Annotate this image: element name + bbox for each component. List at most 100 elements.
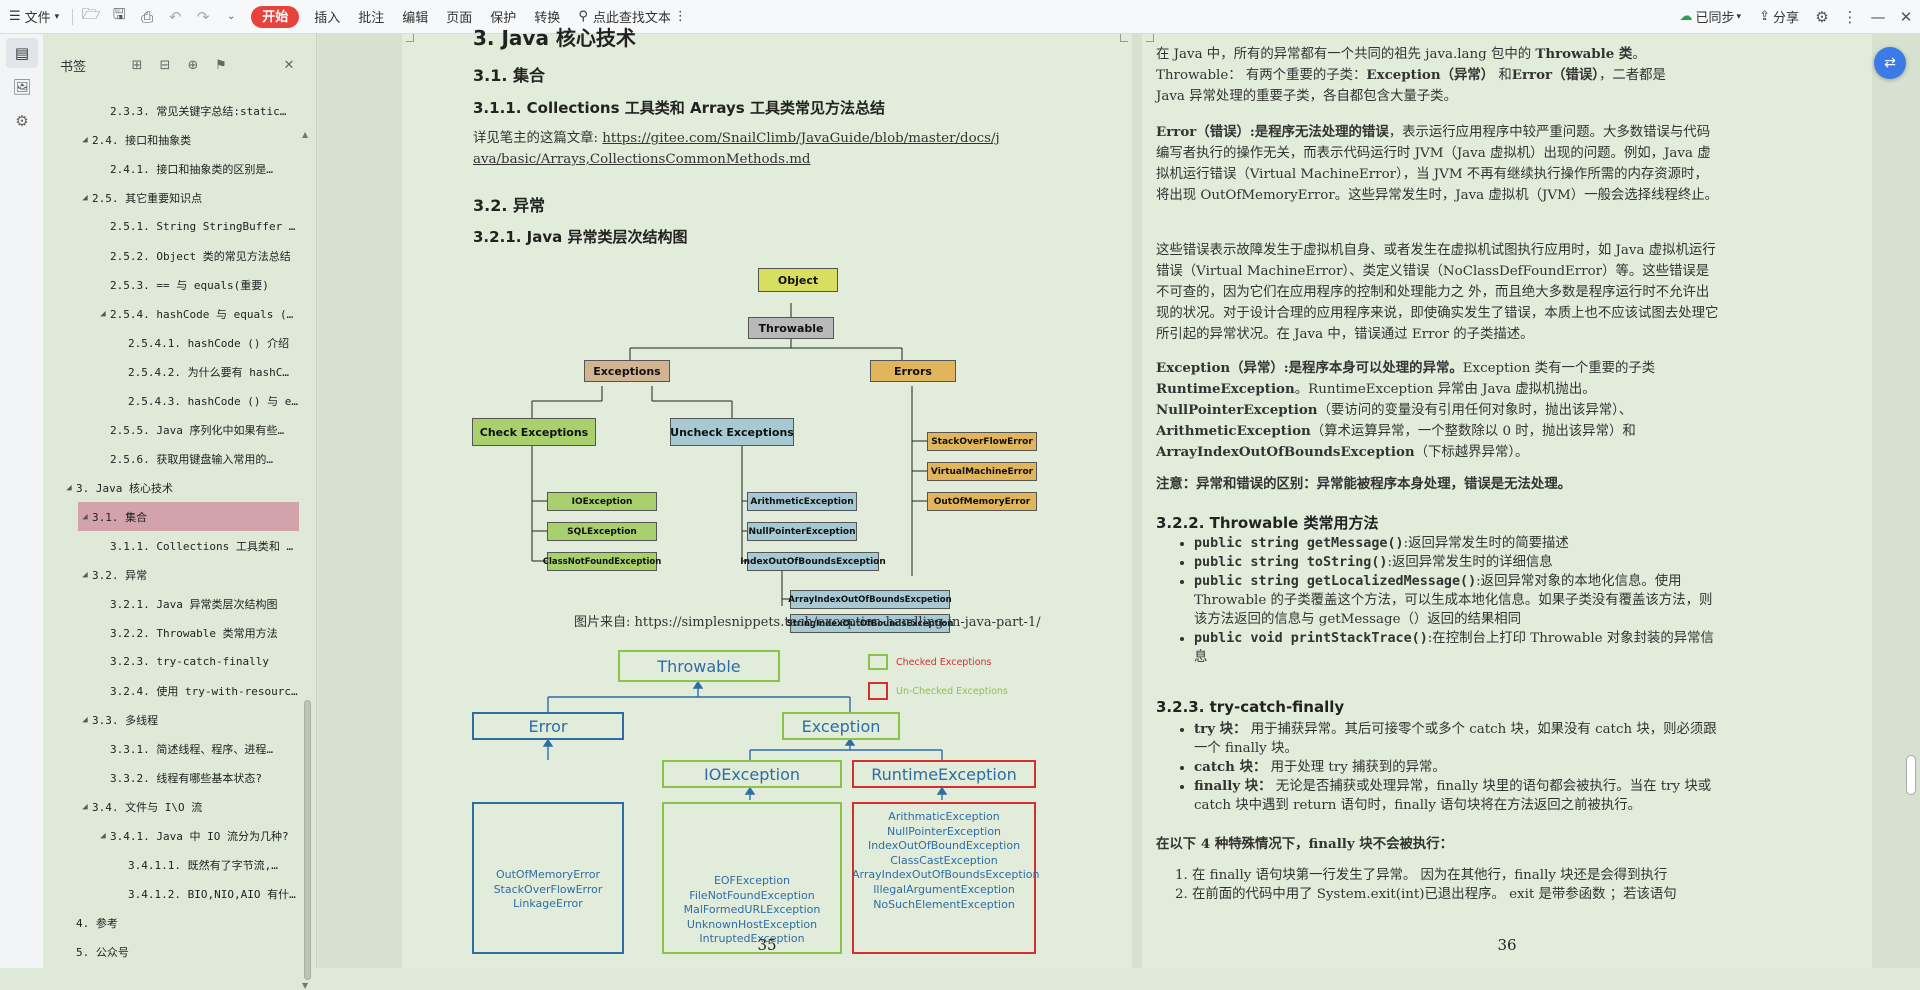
file-menu[interactable]: ☰ 文件 ▾: [0, 0, 68, 34]
text-run: finally 块：: [1194, 778, 1272, 794]
bookmark-scrollbar[interactable]: ▲ ▼: [302, 130, 312, 990]
text-run: Exception 类有一个重要的子类: [1462, 361, 1656, 376]
chevron-down-icon: ▾: [1736, 11, 1742, 22]
share-button[interactable]: ⇪ 分享: [1750, 0, 1808, 34]
more-chevron-icon[interactable]: ⌄: [217, 0, 245, 34]
heading-collections: 3.1. 集合: [473, 66, 545, 85]
sync-status[interactable]: ☁ 已同步 ▾: [1671, 0, 1751, 34]
bookmark-item[interactable]: ◢ 2.5.4. hashCode 与 equals (…: [44, 299, 299, 328]
redo-icon[interactable]: ↷: [189, 0, 217, 34]
thumbnail-icon[interactable]: 🖼: [6, 72, 38, 102]
expand-all-icon[interactable]: ⊞: [126, 58, 148, 73]
close-panel-icon[interactable]: ✕: [278, 58, 300, 73]
bookmark-item[interactable]: 5. 公众号: [44, 937, 299, 966]
bookmark-item[interactable]: ◢ 2.4. 接口和抽象类: [44, 125, 299, 154]
tab-insert[interactable]: 插入: [305, 0, 349, 34]
bookmark-item-label: 3.4.1.1. 既然有了字节流,…: [128, 858, 278, 872]
bookmark-item[interactable]: ◢ 3.4.1. Java 中 IO 流分为几种?: [44, 821, 299, 850]
nullpointer-node: NullPointerException: [747, 522, 857, 541]
scroll-down-icon[interactable]: ▼: [302, 981, 308, 990]
expand-arrow-icon[interactable]: ◢: [78, 802, 92, 812]
note-paragraph: 注意：异常和错误的区别：异常能被程序本身处理，错误是无法处理。: [1156, 474, 1721, 495]
tab-start[interactable]: 开始: [251, 5, 300, 28]
bookmark-item[interactable]: ◢ 3. Java 核心技术: [44, 473, 299, 502]
bookmark-panel-icon[interactable]: ▤: [6, 38, 38, 68]
tools-icon[interactable]: ⚙: [6, 106, 38, 136]
bookmark-item[interactable]: 2.5.2. Object 类的常见方法总结: [44, 241, 299, 270]
expand-arrow-icon[interactable]: ◢: [78, 570, 92, 580]
bookmark-item[interactable]: 2.5.6. 获取用键盘输入常用的…: [44, 444, 299, 473]
bookmark-item[interactable]: 2.5.4.1. hashCode () 介绍: [44, 328, 299, 357]
minimize-icon[interactable]: —: [1864, 0, 1892, 34]
expand-arrow-icon[interactable]: ◢: [78, 715, 92, 725]
bookmark-item[interactable]: 3.2.4. 使用 try-with-resourc…: [44, 676, 299, 705]
scroll-up-icon[interactable]: ▲: [302, 130, 308, 139]
bookmark-item[interactable]: 3.4.1.1. 既然有了字节流,…: [44, 850, 299, 879]
expand-arrow-icon[interactable]: ◢: [78, 512, 92, 522]
bookmark-item[interactable]: 3.4.1.2. BIO,NIO,AIO 有什…: [44, 879, 299, 908]
article-link-cont[interactable]: ava/basic/Arrays,CollectionsCommonMethod…: [473, 152, 811, 167]
bookmark-panel: 书签 ⊞ ⊟ ⊕ ⚑ ✕ 2.3.3. 常见关键字总结:static… ◢ 2.4.…: [44, 34, 317, 990]
expand-arrow-icon[interactable]: ◢: [78, 193, 92, 203]
bookmark-item[interactable]: 2.5.5. Java 序列化中如果有些…: [44, 415, 299, 444]
bookmark-item[interactable]: ◢ 3.2. 异常: [44, 560, 299, 589]
link-prefix: 详见笔主的这篇文章:: [473, 131, 603, 146]
save-icon[interactable]: 🖫: [105, 0, 133, 34]
bookmark-flag-icon[interactable]: ⚑: [210, 58, 232, 73]
bookmark-item[interactable]: ◢ 3.3. 多线程: [44, 705, 299, 734]
bookmark-item-label: 3. Java 核心技术: [76, 481, 173, 495]
bookmark-item[interactable]: 3.2.1. Java 异常类层次结构图: [44, 589, 299, 618]
bookmark-item-label: 2.5.1. String StringBuffer …: [110, 220, 296, 233]
expand-arrow-icon[interactable]: ◢: [62, 483, 76, 493]
bookmark-item[interactable]: 2.5.1. String StringBuffer …: [44, 212, 299, 241]
check-exceptions-node: Check Exceptions: [472, 418, 596, 446]
bookmark-scroll-thumb[interactable]: [304, 700, 311, 980]
tab-edit[interactable]: 编辑: [393, 0, 437, 34]
text-run: Java 异常处理的重要子类，各自都包含大量子类。: [1156, 89, 1457, 104]
bookmark-item[interactable]: 2.5.4.3. hashCode () 与 e…: [44, 386, 299, 415]
list-item: ArithmaticException: [888, 810, 1000, 823]
bookmark-item[interactable]: 3.3.2. 线程有哪些基本状态?: [44, 763, 299, 792]
corner-mark: [1146, 34, 1154, 42]
bookmark-item-label: 2.4. 接口和抽象类: [92, 133, 192, 147]
bookmark-item-label: 2.4.1. 接口和抽象类的区别是…: [110, 162, 273, 176]
bookmark-item[interactable]: ◢ 2.5. 其它重要知识点: [44, 183, 299, 212]
bookmark-item[interactable]: 2.5.3. == 与 equals(重要): [44, 270, 299, 299]
ai-assistant-button[interactable]: ⇄: [1874, 47, 1906, 79]
open-folder-icon[interactable]: 🗁: [77, 0, 105, 34]
bookmark-item[interactable]: 3.1.1. Collections 工具类和 …: [44, 531, 299, 560]
code-run: public string getMessage(): [1194, 536, 1404, 551]
article-link[interactable]: https://gitee.com/SnailClimb/JavaGuide/b…: [602, 131, 999, 146]
add-bookmark-icon[interactable]: ⊕: [182, 58, 204, 73]
bookmark-item[interactable]: 2.4.1. 接口和抽象类的区别是…: [44, 154, 299, 183]
undo-icon[interactable]: ↶: [161, 0, 189, 34]
exception-hierarchy-diagram-1: Object Throwable Exceptions Errors Check…: [472, 256, 1037, 633]
stackoverflow-node: StackOverFlowError: [927, 432, 1037, 451]
text-run: RuntimeException: [1156, 381, 1295, 397]
tab-comment[interactable]: 批注: [349, 0, 393, 34]
expand-arrow-icon[interactable]: ◢: [78, 135, 92, 145]
document-scroll-thumb[interactable]: [1906, 755, 1916, 795]
bookmark-item[interactable]: 4. 参考: [44, 908, 299, 937]
bookmark-item-label: 2.5. 其它重要知识点: [92, 191, 203, 205]
legend-checked-swatch: [868, 654, 888, 670]
bookmark-item[interactable]: 2.5.4.2. 为什么要有 hashC…: [44, 357, 299, 386]
text-run: NullPointerException: [1156, 402, 1318, 418]
settings-icon[interactable]: ⚙: [1808, 0, 1836, 34]
bookmark-item[interactable]: 2.3.3. 常见关键字总结:static…: [44, 96, 299, 125]
bookmark-item[interactable]: 3.2.3. try-catch-finally: [44, 647, 299, 676]
collapse-all-icon[interactable]: ⊟: [154, 58, 176, 73]
bookmark-item[interactable]: ◢ 3.1. 集合: [78, 502, 299, 531]
bookmark-item[interactable]: ◢ 3.4. 文件与 I\O 流: [44, 792, 299, 821]
expand-arrow-icon[interactable]: ◢: [96, 309, 110, 319]
more-icon[interactable]: ⋮: [1836, 0, 1864, 34]
bookmark-item[interactable]: 3.3.1. 简述线程、程序、进程…: [44, 734, 299, 763]
print-icon[interactable]: ⎙: [133, 0, 161, 34]
corner-mark: [1120, 34, 1128, 42]
bookmark-item-label: 2.5.4. hashCode 与 equals (…: [110, 307, 294, 321]
close-window-icon[interactable]: ✕: [1892, 0, 1920, 34]
list-item: catch 块： 用于处理 try 捕获到的异常。: [1194, 758, 1721, 777]
bookmark-item[interactable]: 3.2.2. Throwable 类常用方法: [44, 618, 299, 647]
expand-arrow-icon[interactable]: ◢: [96, 831, 110, 841]
bookmark-item-label: 2.5.4.1. hashCode () 介绍: [128, 336, 290, 350]
